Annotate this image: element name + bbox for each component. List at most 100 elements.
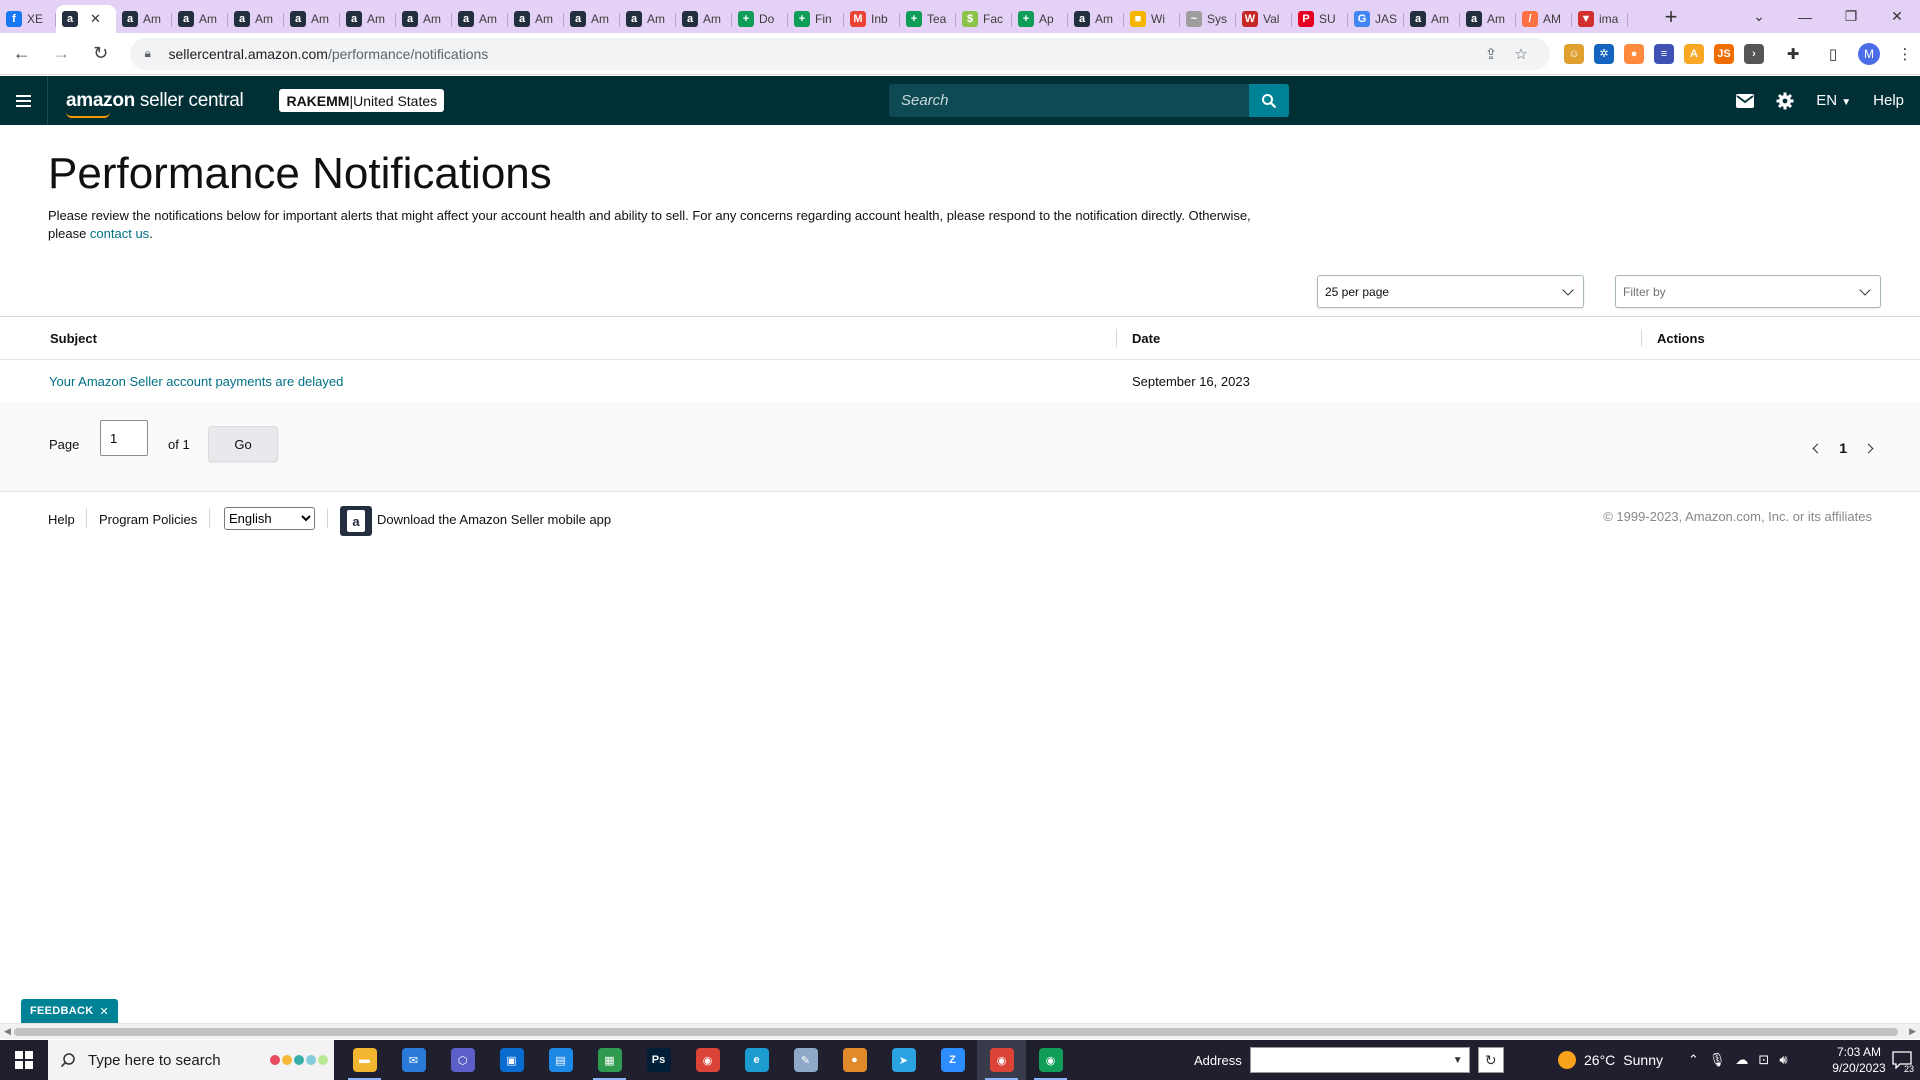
browser-tab[interactable]: a Am [620, 5, 676, 33]
extension-icon[interactable]: ☺ [1564, 43, 1585, 64]
browser-tab[interactable]: a Am [1404, 5, 1460, 33]
minimize-button[interactable]: — [1782, 0, 1828, 33]
browser-tab[interactable]: f XE [0, 5, 56, 33]
extension-icon[interactable]: ≡ [1654, 43, 1675, 64]
footer-language-select[interactable]: English [224, 507, 315, 530]
notification-center-icon[interactable]: 23 [1890, 1048, 1914, 1074]
taskbar-address-input[interactable]: ▼ [1249, 1047, 1470, 1073]
taskbar-app-telegram[interactable]: ➤ [879, 1040, 928, 1080]
browser-tab[interactable]: + Fin [788, 5, 844, 33]
url-text[interactable]: sellercentral.amazon.com/performance/not… [168, 46, 1476, 62]
browser-tab[interactable]: P SU [1292, 5, 1348, 33]
bookmark-star-icon[interactable]: ☆ [1506, 45, 1536, 63]
hamburger-menu-icon[interactable] [0, 76, 48, 125]
chevron-up-icon[interactable]: ⌃ [1688, 1052, 1699, 1068]
forward-button[interactable]: → [43, 36, 78, 72]
footer-program-policies-link[interactable]: Program Policies [99, 512, 197, 527]
extension-icon[interactable]: JS [1714, 43, 1735, 64]
taskbar-app-photoshop[interactable]: Ps [634, 1040, 683, 1080]
browser-tab[interactable]: $ Fac [956, 5, 1012, 33]
lock-icon[interactable]: 🔒︎ [144, 46, 158, 61]
tab-close-icon[interactable]: ✕ [90, 11, 101, 27]
language-selector[interactable]: EN ▼ [1816, 92, 1851, 109]
weather-widget[interactable]: 26°C Sunny [1558, 1040, 1663, 1080]
browser-tab[interactable]: ▼ ima [1572, 5, 1628, 33]
browser-tab[interactable]: a Am [396, 5, 452, 33]
taskbar-app-app-hex[interactable]: ⬡ [438, 1040, 487, 1080]
browser-tab[interactable]: + Tea [900, 5, 956, 33]
tab-search-icon[interactable]: ⌄ [1736, 0, 1782, 33]
chrome-menu-icon[interactable]: ⋮ [1890, 45, 1920, 63]
taskbar-app-store[interactable]: ▣ [487, 1040, 536, 1080]
browser-tab[interactable]: M Inb [844, 5, 900, 33]
go-button[interactable]: Go [208, 426, 278, 462]
microphone-icon[interactable]: 🎙︎ [1709, 1052, 1726, 1068]
volume-icon[interactable]: 🔊︎ [1779, 1052, 1787, 1068]
browser-tab[interactable]: a Am [564, 5, 620, 33]
share-icon[interactable]: ⇪ [1476, 45, 1506, 63]
filter-by-select[interactable]: Filter by [1615, 275, 1881, 308]
network-icon[interactable]: ⊡ [1758, 1052, 1769, 1068]
clock[interactable]: 7:03 AM 9/20/2023 [1826, 1044, 1892, 1076]
horizontal-scrollbar[interactable]: ◀ ▶ [0, 1023, 1920, 1039]
browser-tab[interactable]: a Am [1068, 5, 1124, 33]
taskbar-app-file-explorer[interactable]: ▬ [340, 1040, 389, 1080]
taskbar-app-app-pen[interactable]: ✎ [781, 1040, 830, 1080]
help-link[interactable]: Help [1873, 92, 1904, 109]
restore-button[interactable]: ❐ [1828, 0, 1874, 33]
extension-icon[interactable]: ● [1624, 43, 1645, 64]
browser-tab[interactable]: / AM [1516, 5, 1572, 33]
profile-avatar[interactable]: M [1858, 42, 1881, 65]
browser-tab[interactable]: + Ap [1012, 5, 1068, 33]
browser-tab[interactable]: W Val [1236, 5, 1292, 33]
refresh-icon[interactable]: ↻ [1477, 1047, 1504, 1073]
settings-gear-icon[interactable] [1776, 92, 1794, 110]
new-tab-button[interactable]: + [1656, 3, 1686, 31]
taskbar-app-chrome-profile-2[interactable]: ◉ [1026, 1040, 1075, 1080]
search-button[interactable] [1249, 84, 1289, 117]
back-button[interactable]: ← [4, 36, 39, 72]
browser-tab[interactable]: + Do [732, 5, 788, 33]
per-page-select[interactable]: 25 per page [1317, 275, 1584, 308]
close-icon[interactable]: ✕ [100, 1005, 110, 1018]
browser-tab[interactable]: a Am [284, 5, 340, 33]
footer-help-link[interactable]: Help [48, 512, 75, 527]
address-bar[interactable]: 🔒︎ sellercentral.amazon.com/performance/… [130, 37, 1551, 70]
browser-tab[interactable]: a ✕ [56, 5, 116, 33]
browser-tab[interactable]: a Am [340, 5, 396, 33]
contact-us-link[interactable]: contact us [90, 226, 149, 241]
taskbar-app-app-orange[interactable]: ● [830, 1040, 879, 1080]
seller-central-logo[interactable]: amazon seller central [66, 90, 244, 118]
taskbar-app-app-window[interactable]: ▤ [536, 1040, 585, 1080]
notification-subject-link[interactable]: Your Amazon Seller account payments are … [49, 374, 343, 389]
download-app-link[interactable]: Download the Amazon Seller mobile app [377, 512, 611, 527]
column-header-subject[interactable]: Subject [50, 331, 97, 346]
onedrive-cloud-icon[interactable]: ☁ [1735, 1052, 1748, 1068]
browser-tab[interactable]: G JAS [1348, 5, 1404, 33]
extension-icon[interactable]: A [1684, 43, 1705, 64]
browser-tab[interactable]: ■ Wi [1124, 5, 1180, 33]
store-switcher[interactable]: RAKEMM | United States [279, 89, 445, 112]
current-page-number[interactable]: 1 [1839, 440, 1847, 456]
taskbar-app-calculator[interactable]: ▦ [585, 1040, 634, 1080]
feedback-tab[interactable]: FEEDBACK ✕ [21, 999, 119, 1023]
browser-tab[interactable]: a Am [508, 5, 564, 33]
browser-tab[interactable]: a Am [228, 5, 284, 33]
page-number-input[interactable] [100, 420, 148, 456]
previous-page-icon[interactable] [1812, 443, 1823, 453]
browser-tab[interactable]: a Am [452, 5, 508, 33]
taskbar-app-mail[interactable]: ✉ [389, 1040, 438, 1080]
header-search-input[interactable] [889, 84, 1249, 117]
taskbar-app-edge[interactable]: e [732, 1040, 781, 1080]
next-page-icon[interactable] [1863, 443, 1874, 453]
taskbar-app-zoom[interactable]: Z [928, 1040, 977, 1080]
seller-app-icon[interactable]: a [340, 506, 372, 536]
column-header-date[interactable]: Date [1132, 331, 1160, 346]
side-panel-icon[interactable]: ▯ [1818, 45, 1848, 63]
browser-tab[interactable]: a Am [116, 5, 172, 33]
browser-tab[interactable]: a Am [676, 5, 732, 33]
browser-tab[interactable]: a Am [1460, 5, 1516, 33]
taskbar-app-chrome-profile-1[interactable]: ◉ [977, 1040, 1026, 1080]
extensions-puzzle-icon[interactable]: ✚ [1778, 45, 1808, 63]
extension-icon[interactable]: › [1744, 43, 1765, 64]
